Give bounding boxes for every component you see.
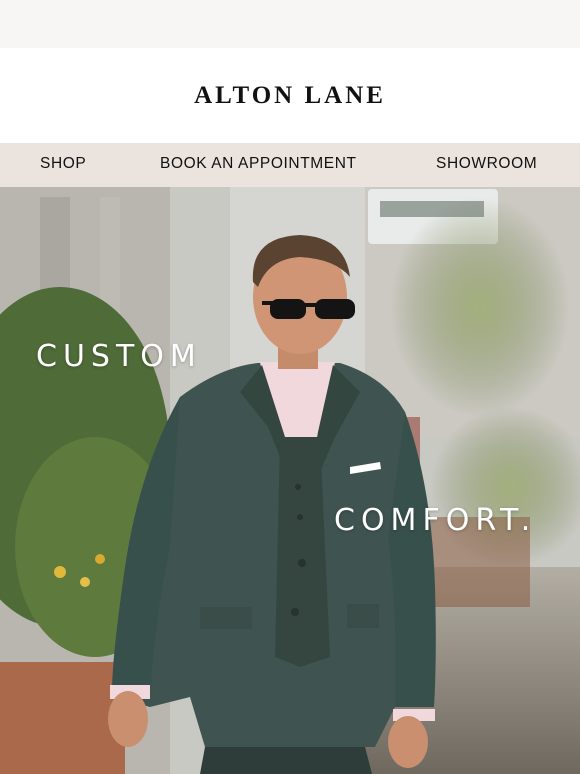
nav-item-showroom[interactable]: SHOWROOM — [436, 155, 537, 173]
nav-item-shop[interactable]: SHOP — [40, 155, 86, 173]
hero-banner[interactable]: CUSTOM COMFORT. — [0, 187, 580, 774]
main-nav: SHOP BOOK AN APPOINTMENT SHOWROOM — [0, 143, 580, 187]
nav-item-book-appointment[interactable]: BOOK AN APPOINTMENT — [160, 155, 357, 173]
hero-headline-comfort: COMFORT. — [334, 503, 537, 538]
top-spacer — [0, 0, 580, 48]
hero-headline-custom: CUSTOM — [36, 339, 202, 374]
hero-image — [0, 187, 580, 774]
brand-logo[interactable]: ALTON LANE — [194, 82, 386, 110]
brand-header: ALTON LANE — [0, 48, 580, 143]
